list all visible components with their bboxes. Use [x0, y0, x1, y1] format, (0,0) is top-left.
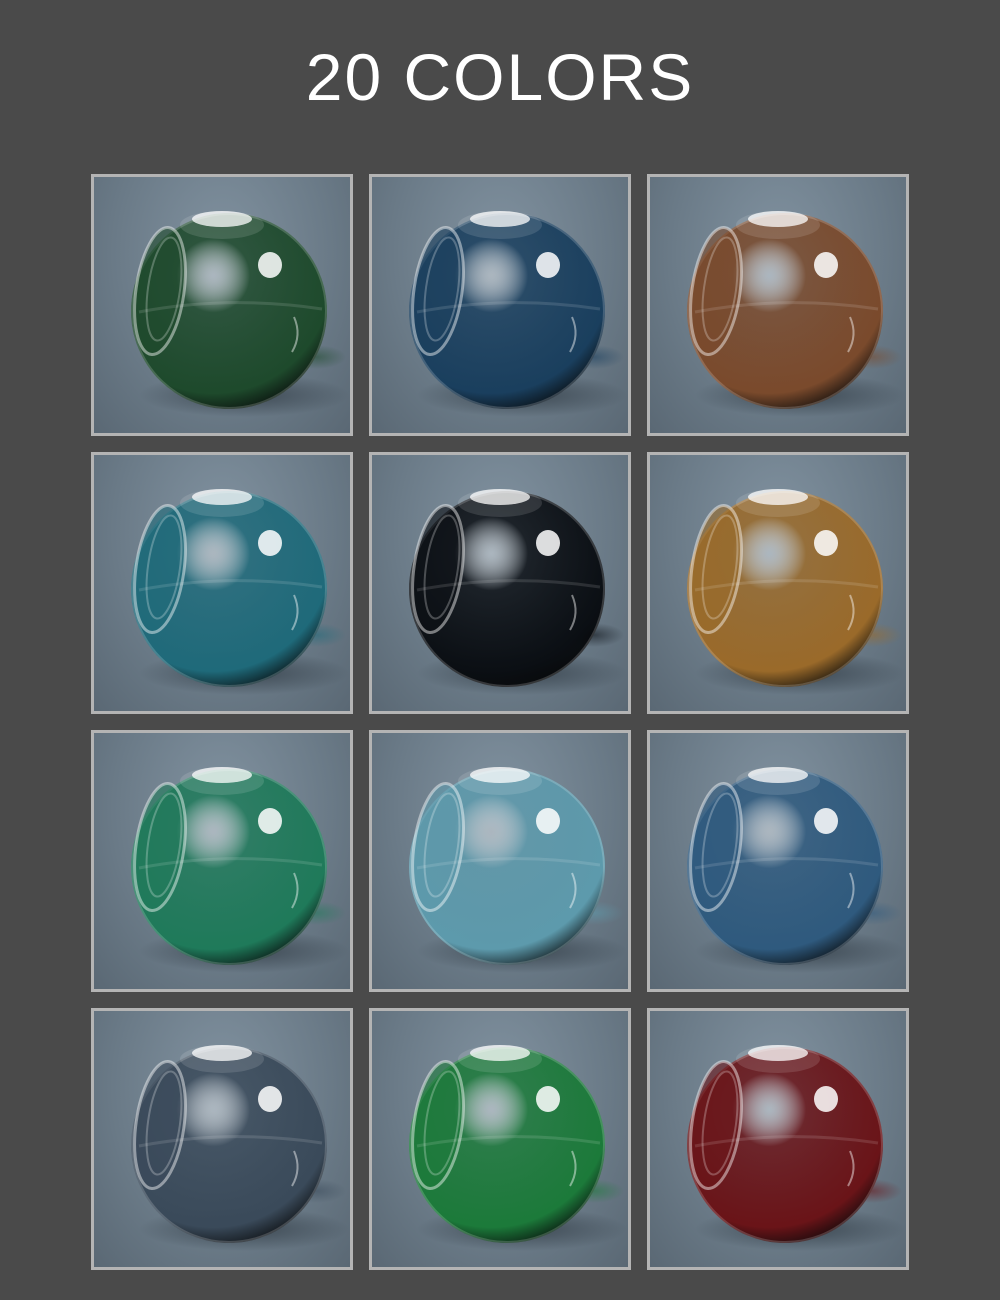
swatch-tile-steel-blue — [647, 730, 909, 992]
glass-sphere-bright-green — [409, 1045, 627, 1251]
glass-sphere-amber — [687, 489, 905, 695]
swatch-grid — [91, 174, 909, 1270]
swatch-tile-red — [647, 1008, 909, 1270]
swatch-tile-amber — [647, 452, 909, 714]
glass-sphere-blue — [409, 211, 627, 417]
swatch-tile-black — [369, 452, 631, 714]
swatch-tile-light-blue — [369, 730, 631, 992]
glass-sphere-green — [131, 211, 349, 417]
glass-sphere-emerald — [131, 767, 349, 973]
glass-sphere-steel-blue — [687, 767, 905, 973]
swatch-tile-teal — [91, 452, 353, 714]
page-title: 20 COLORS — [305, 40, 695, 114]
swatch-tile-blue — [369, 174, 631, 436]
glass-sphere-black — [409, 489, 627, 695]
swatch-tile-bronze — [647, 174, 909, 436]
swatch-tile-smoke-gray — [91, 1008, 353, 1270]
glass-sphere-smoke-gray — [131, 1045, 349, 1251]
swatch-tile-bright-green — [369, 1008, 631, 1270]
glass-sphere-red — [687, 1045, 905, 1251]
glass-sphere-teal — [131, 489, 349, 695]
swatch-tile-green — [91, 174, 353, 436]
glass-sphere-light-blue — [409, 767, 627, 973]
glass-sphere-bronze — [687, 211, 905, 417]
swatch-tile-emerald — [91, 730, 353, 992]
